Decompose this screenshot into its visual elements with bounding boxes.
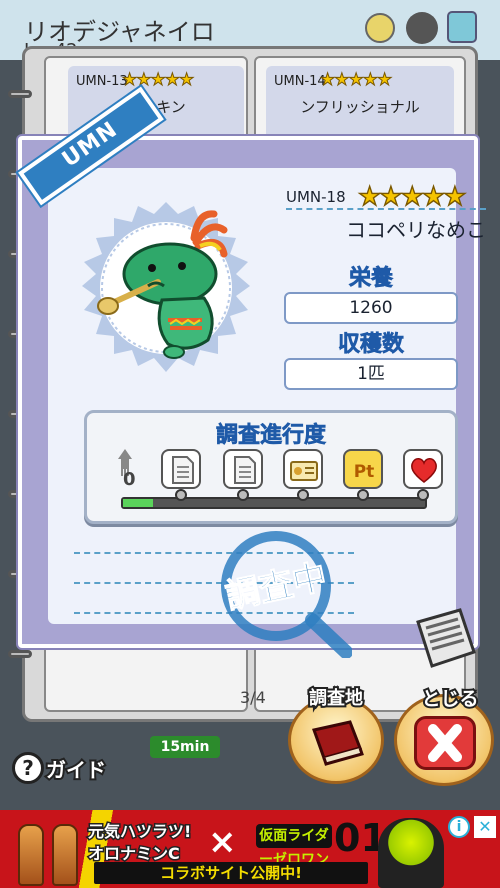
left-card-code: UMN-13 <box>76 74 128 89</box>
document-icon <box>161 449 201 489</box>
bottle-icon <box>18 824 44 886</box>
nameko-portrait-image <box>82 202 250 372</box>
document-icon <box>223 449 263 489</box>
harvest-label: 収穫数 <box>337 332 405 358</box>
bottle-icon <box>52 824 78 886</box>
progress-node <box>417 489 429 501</box>
ad-collab-text: コラボサイト公開中! <box>94 862 368 884</box>
guide-label: ガイド <box>44 756 108 784</box>
ad-info-icon[interactable]: i <box>448 816 470 838</box>
timer-badge: 15min <box>150 736 220 758</box>
ad-product: オロナミンC <box>87 843 182 865</box>
ring <box>8 650 32 658</box>
survey-progress-panel: 調査進行度 0 Pt <box>84 410 458 524</box>
progress-count: 0 <box>123 469 136 490</box>
svg-text:Pt: Pt <box>354 462 375 482</box>
ring <box>8 90 32 98</box>
question-icon: ? <box>12 752 44 784</box>
page-indicator: 3/4 <box>240 688 266 707</box>
survey-site-label: 調査地 <box>307 686 365 711</box>
detail-modal: UMN-18 ★★★★★ ココペリなめこ 栄養 1260 収穫数 1匹 調査進行… <box>18 86 486 668</box>
progress-node <box>237 489 249 501</box>
right-card-stars: ★★★★★ <box>319 70 392 91</box>
ad-banner[interactable]: 元気ハツラツ! オロナミンC × 仮面ライダーゼロワン 01 コラボサイト公開中… <box>0 810 500 888</box>
pt-icon: Pt <box>343 449 383 489</box>
ad-cross: × <box>208 822 237 862</box>
close-button[interactable]: とじる <box>392 684 498 786</box>
right-card-code: UMN-14 <box>274 74 326 89</box>
progress-track <box>121 497 427 509</box>
heart-icon <box>403 449 443 489</box>
right-card-name: ンフリッショナル <box>300 98 420 116</box>
nameko-code: UMN-18 <box>286 188 346 206</box>
stamp-text: 調査中 <box>222 557 330 617</box>
close-icon <box>414 716 476 770</box>
close-label: とじる <box>419 686 480 712</box>
progress-node <box>297 489 309 501</box>
progress-fill <box>123 499 154 507</box>
detail-card: UMN-18 ★★★★★ ココペリなめこ 栄養 1260 収穫数 1匹 調査進行… <box>48 168 486 668</box>
under-investigation-stamp: 調査中 <box>221 531 352 658</box>
ad-brand: 仮面ライダーゼロワン <box>256 824 332 868</box>
card-icon <box>283 449 323 489</box>
nameko-name: ココペリなめこ <box>346 218 486 242</box>
nutrition-label: 栄養 <box>348 266 394 292</box>
rider-image <box>378 818 444 888</box>
progress-node <box>175 489 187 501</box>
portrait-frame <box>78 202 254 378</box>
ad-close-icon[interactable]: ✕ <box>474 816 496 838</box>
name-divider <box>286 208 486 210</box>
survey-progress-title: 調査進行度 <box>215 423 327 449</box>
nutrition-value: 1260 <box>284 292 458 324</box>
newspaper-icon[interactable] <box>414 608 478 670</box>
header-icons <box>365 11 477 44</box>
survey-site-button[interactable]: 調査地 <box>288 684 384 784</box>
ad-slogan: 元気ハツラツ! <box>86 821 192 843</box>
progress-node <box>357 489 369 501</box>
book-icon <box>312 720 364 766</box>
harvest-value: 1匹 <box>284 358 458 390</box>
